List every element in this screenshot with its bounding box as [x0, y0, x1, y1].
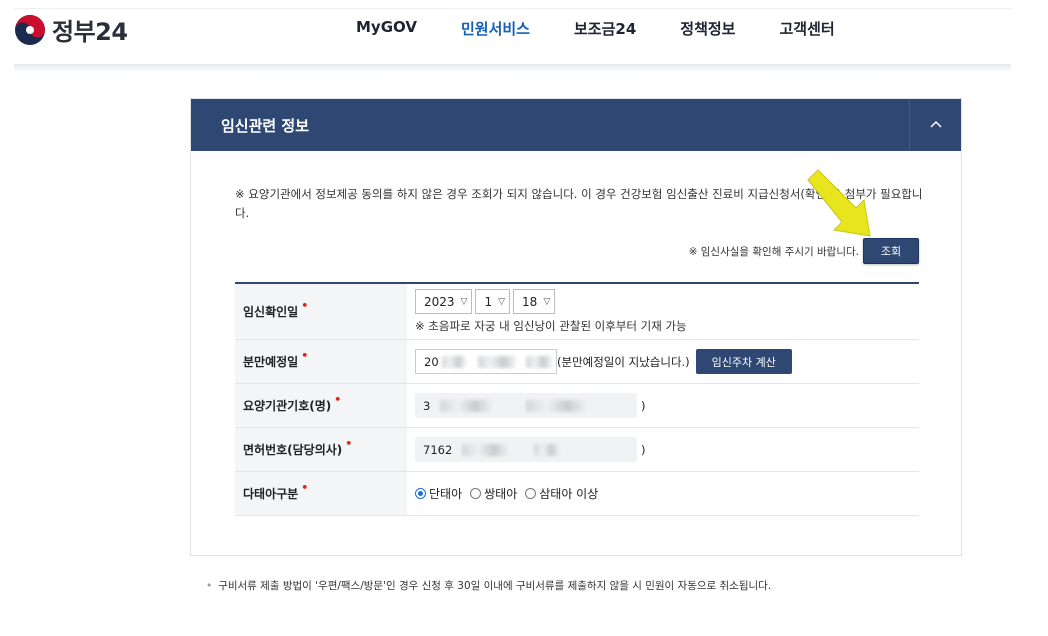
- radio-twins[interactable]: 쌍태아: [470, 485, 517, 502]
- required-mark: •: [345, 437, 353, 450]
- radio-triplets[interactable]: 삼태아 이상: [525, 485, 598, 502]
- logo-text: 정부24: [52, 18, 128, 46]
- government-emblem-icon: [15, 14, 45, 45]
- form-row-due-date: 분만예정일 • 20 (분만예정일이 지났습니다.) 임신주차 계산: [235, 340, 919, 384]
- institution-label: 요양기관기호(명): [243, 399, 332, 413]
- year-select[interactable]: 2023 ▽: [415, 289, 473, 314]
- panel-title: 임신관련 정보: [221, 117, 310, 135]
- form-row-institution: 요양기관기호(명) • 3 ): [235, 384, 919, 428]
- calculate-week-button[interactable]: 임신주차 계산: [695, 349, 792, 374]
- license-field[interactable]: 7162: [415, 437, 637, 462]
- redacted-value: [462, 443, 511, 456]
- redacted-value: [440, 399, 495, 412]
- institution-field[interactable]: 3: [415, 393, 637, 418]
- nav-mygov[interactable]: MyGOV: [356, 18, 417, 39]
- due-date-label: 분만예정일: [243, 355, 299, 369]
- multiple-label: 다태아구분: [243, 487, 299, 501]
- form-row-pregnancy-date: 임신확인일 • 2023 ▽ 1 ▽ 18 ▽ ※ 초음파로 자궁 내 임신낭이 관찰된 이…: [235, 284, 919, 340]
- pregnancy-date-hint: ※ 초음파로 자궁 내 임신낭이 관찰된 이후부터 기재 가능: [415, 319, 687, 333]
- nav-policy-info[interactable]: 정책정보: [680, 18, 735, 39]
- logo[interactable]: 정부24: [14, 12, 128, 47]
- license-label: 면허번호(담당의사): [243, 443, 343, 457]
- redacted-value: [525, 355, 552, 368]
- required-mark: •: [301, 299, 309, 312]
- form-row-multiple: 다태아구분 • 단태아 쌍태아 삼태아 이상: [235, 472, 919, 516]
- due-date-message: (분만예정일이 지났습니다.): [557, 354, 690, 369]
- radio-icon: [470, 488, 482, 499]
- redacted-value: [526, 399, 589, 412]
- chevron-down-icon: ▽: [543, 296, 551, 307]
- required-mark: •: [301, 349, 309, 362]
- radio-icon: [415, 488, 426, 499]
- main-nav: MyGOV 민원서비스 보조금24 정책정보 고객센터: [356, 18, 879, 39]
- collapse-toggle[interactable]: [909, 99, 961, 151]
- required-mark: •: [301, 481, 309, 494]
- due-date-field[interactable]: 20: [415, 349, 557, 374]
- highlight-arrow-icon: [807, 169, 871, 237]
- nav-customer-center[interactable]: 고객센터: [779, 18, 834, 39]
- radio-single[interactable]: 단태아: [415, 485, 462, 502]
- panel-header: 임신관련 정보: [191, 99, 961, 151]
- license-suffix: ): [641, 442, 646, 457]
- chevron-down-icon: ▽: [498, 296, 506, 307]
- header-shadow: [14, 64, 1011, 72]
- nav-civil-service[interactable]: 민원서비스: [461, 18, 530, 39]
- chevron-down-icon: ▽: [460, 296, 468, 307]
- redacted-value: [441, 355, 466, 368]
- pregnancy-form: 임신확인일 • 2023 ▽ 1 ▽ 18 ▽ ※ 초음파로 자궁 내 임신낭이 관찰된 이…: [235, 282, 919, 516]
- form-row-license: 면허번호(담당의사) • 7162 ): [235, 428, 919, 472]
- nav-subsidy24[interactable]: 보조금24: [574, 18, 636, 39]
- redacted-value: [477, 355, 516, 368]
- required-mark: •: [334, 393, 342, 406]
- day-select[interactable]: 18 ▽: [513, 289, 556, 314]
- radio-icon: [525, 488, 537, 499]
- month-select[interactable]: 1 ▽: [475, 289, 511, 314]
- pregnancy-date-label: 임신확인일: [243, 305, 299, 319]
- footnote: • 구비서류 제출 방법이 '우편/팩스/방문'인 경우 신청 후 30일 이내에…: [206, 580, 772, 592]
- redacted-value: [534, 443, 561, 456]
- chevron-up-icon: [929, 120, 942, 128]
- institution-suffix: ): [641, 398, 646, 413]
- bullet-icon: •: [206, 580, 213, 592]
